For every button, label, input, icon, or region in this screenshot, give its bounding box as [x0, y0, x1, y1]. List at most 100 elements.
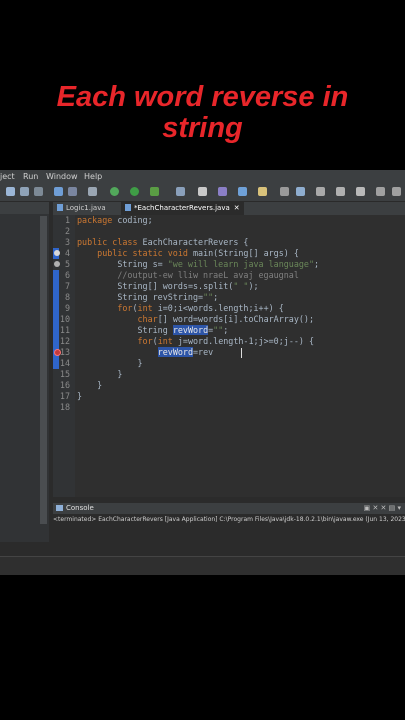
tab-logic1[interactable]: Logic1.java: [53, 202, 110, 215]
toolbar-icon[interactable]: [376, 187, 385, 196]
close-icon[interactable]: ✕: [234, 204, 240, 212]
line-number: 10: [59, 314, 70, 324]
toolbar: [0, 184, 405, 202]
code-editor[interactable]: 1 package coding; 2 3 public class EachChara…: [53, 215, 405, 497]
code-token: int: [137, 303, 153, 313]
open-icon[interactable]: [54, 187, 63, 196]
toolbar-icon[interactable]: [218, 187, 227, 196]
line-number: 4: [64, 248, 70, 258]
console-toolbar-icons[interactable]: ▣ ✕ ✕ ▤ ▾: [364, 503, 401, 514]
code-token: String revString=: [77, 292, 204, 302]
save-icon[interactable]: [20, 187, 29, 196]
code-token: =rev: [192, 347, 214, 357]
toolbar-icon[interactable]: [392, 187, 401, 196]
toolbar-icon[interactable]: [198, 187, 207, 196]
toolbar-icon[interactable]: [280, 187, 289, 196]
toolbar-icon[interactable]: [238, 187, 247, 196]
toolbar-icon[interactable]: [316, 187, 325, 196]
editor-tab-bar: Logic1.java *EachCharacterRevers.java ✕: [53, 202, 405, 215]
panel-scrollbar[interactable]: [40, 216, 47, 524]
code-text: }: [77, 358, 143, 369]
overlay-title-line-1: Each word reverse in: [56, 81, 349, 113]
code-token: }: [77, 369, 123, 379]
toolbar-icon[interactable]: [34, 187, 43, 196]
menu-item-window[interactable]: Window: [46, 170, 78, 184]
line-number: 15: [59, 369, 70, 379]
line-number: 18: [59, 402, 70, 412]
toolbar-icon[interactable]: [356, 187, 365, 196]
line-number: 17: [59, 391, 70, 401]
code-token: char: [137, 314, 158, 324]
menu-item-help[interactable]: Help: [84, 170, 102, 184]
status-bar: [0, 556, 405, 575]
code-text: String revWord="";: [77, 325, 228, 336]
code-token: "": [203, 292, 214, 302]
toolbar-icon[interactable]: [176, 187, 185, 196]
code-token: EachCharacterRevers {: [137, 237, 249, 247]
new-icon[interactable]: [6, 187, 15, 196]
line-number: 7: [64, 281, 70, 291]
code-text: String[] words=s.split(" ");: [77, 281, 258, 292]
code-token: ;: [223, 325, 229, 335]
code-token: " ": [233, 281, 249, 291]
code-token: ;: [314, 259, 320, 269]
code-token: //output-ew lliw nraeL avaj egaugnal: [77, 270, 299, 280]
code-token: for: [137, 336, 153, 346]
run-icon[interactable]: [130, 187, 139, 196]
console-header: Console ▣ ✕ ✕ ▤ ▾: [53, 503, 405, 514]
line-number: 9: [64, 303, 70, 313]
toolbar-icon[interactable]: [150, 187, 159, 196]
line-number: 2: [64, 226, 70, 236]
code-token: i=0;i<words.length;i++) {: [152, 303, 284, 313]
code-text: package coding;: [77, 215, 153, 226]
console-title[interactable]: Console: [66, 504, 94, 512]
code-text: for(int j=word.length-1;j>=0;j--) {: [77, 336, 315, 347]
line-number: 5: [64, 259, 70, 269]
menu-item-run[interactable]: Run: [23, 170, 38, 184]
editor-horizontal-scrollbar[interactable]: [53, 497, 405, 502]
line-number: 14: [59, 358, 70, 368]
code-token: words: [162, 281, 188, 291]
toolbar-icon[interactable]: [258, 187, 267, 196]
code-token: }: [77, 391, 83, 401]
debug-icon[interactable]: [110, 187, 119, 196]
search-icon[interactable]: [296, 187, 305, 196]
code-token: j=word.length-1;j>=0;j--) {: [172, 336, 315, 346]
code-token: revWord: [157, 347, 193, 357]
code-text: String s= "we will learn java language";: [77, 259, 319, 270]
toolbar-icon[interactable]: [336, 187, 345, 196]
line-number: 16: [59, 380, 70, 390]
code-token: public class: [77, 237, 138, 247]
menu-item-project[interactable]: ject: [0, 170, 15, 184]
toolbar-icon[interactable]: [68, 187, 77, 196]
code-token: ;: [213, 292, 219, 302]
code-text: //output-ew lliw nraeL avaj egaugnal: [77, 270, 299, 281]
code-token: package: [77, 215, 113, 225]
console-status: <terminated> EachCharacterRevers [Java A…: [53, 516, 405, 523]
tab-each-character-revers[interactable]: *EachCharacterRevers.java ✕: [121, 202, 244, 215]
code-token: =s.split(: [187, 281, 234, 291]
code-text: revWord=rev: [77, 347, 213, 358]
code-token: coding;: [112, 215, 153, 225]
code-token: int: [157, 336, 173, 346]
code-text: public class EachCharacterRevers {: [77, 237, 248, 248]
menu-bar: ject Run Window Help: [0, 170, 405, 184]
code-token: [] word=words[i].toCharArray();: [157, 314, 314, 324]
code-token: String s=: [77, 259, 168, 269]
tab-label: Logic1.java: [66, 204, 106, 212]
code-text: for(int i=0;i<words.length;i++) {: [77, 303, 284, 314]
line-number: 12: [59, 336, 70, 346]
overlay-title-line-2: string: [162, 112, 243, 144]
code-token: for: [117, 303, 133, 313]
code-token: main(String[] args) {: [187, 248, 299, 258]
code-token: revWord: [172, 325, 209, 335]
eclipse-window: ject Run Window Help Logic1.java *EachCh…: [0, 170, 405, 575]
code-text: }: [77, 380, 102, 391]
java-file-icon: [57, 204, 63, 211]
toolbar-icon[interactable]: [88, 187, 97, 196]
code-text: }: [77, 391, 82, 402]
line-number: 11: [59, 325, 70, 335]
